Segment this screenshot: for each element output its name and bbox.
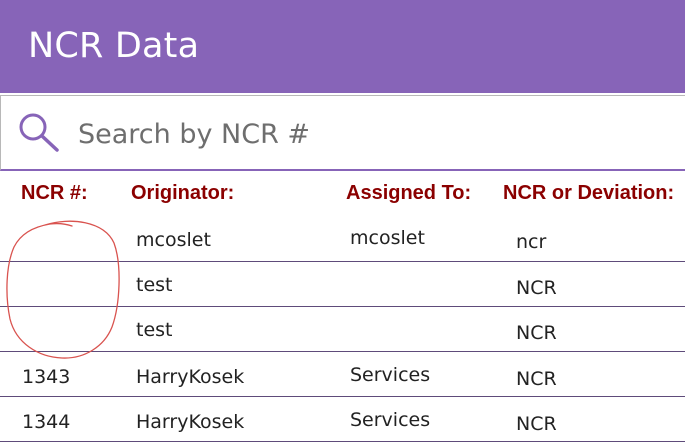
row-divider [0,351,685,352]
page-title: NCR Data [28,26,200,66]
row-divider [0,306,685,307]
app-header: NCR Data [0,0,685,93]
table-row[interactable]: mcoslet mcoslet ncr [0,217,685,262]
row-divider [0,441,685,442]
search-input[interactable] [78,112,658,156]
cell-originator: HarryKosek [136,366,245,388]
table-row[interactable]: 1343 HarryKosek Services NCR [0,353,685,398]
cell-originator: mcoslet [136,229,211,251]
column-header-ncr-or-deviation[interactable]: NCR or Deviation: [503,182,674,205]
table-row[interactable]: 1344 HarryKosek Services NCR [0,398,685,443]
column-header-assigned-to[interactable]: Assigned To: [346,182,471,205]
cell-ncr-number: 1343 [22,366,71,388]
row-divider [0,396,685,397]
table-row[interactable]: test NCR [0,308,685,353]
cell-ncr-or-deviation: NCR [516,368,557,390]
search-icon[interactable] [17,111,61,155]
column-header-ncr-number[interactable]: NCR #: [21,182,88,205]
cell-ncr-number: 1344 [22,411,71,433]
row-divider [0,261,685,262]
cell-originator: test [136,274,173,296]
cell-ncr-or-deviation: ncr [516,231,547,253]
cell-ncr-or-deviation: NCR [516,413,557,435]
column-header-originator[interactable]: Originator: [131,182,234,205]
cell-ncr-or-deviation: NCR [516,277,557,299]
cell-ncr-or-deviation: NCR [516,322,557,344]
cell-originator: HarryKosek [136,411,245,433]
cell-originator: test [136,319,173,341]
cell-assigned-to: mcoslet [350,227,425,249]
table-row[interactable]: test NCR [0,263,685,308]
cell-assigned-to: Services [350,364,431,386]
cell-assigned-to: Services [350,409,431,431]
